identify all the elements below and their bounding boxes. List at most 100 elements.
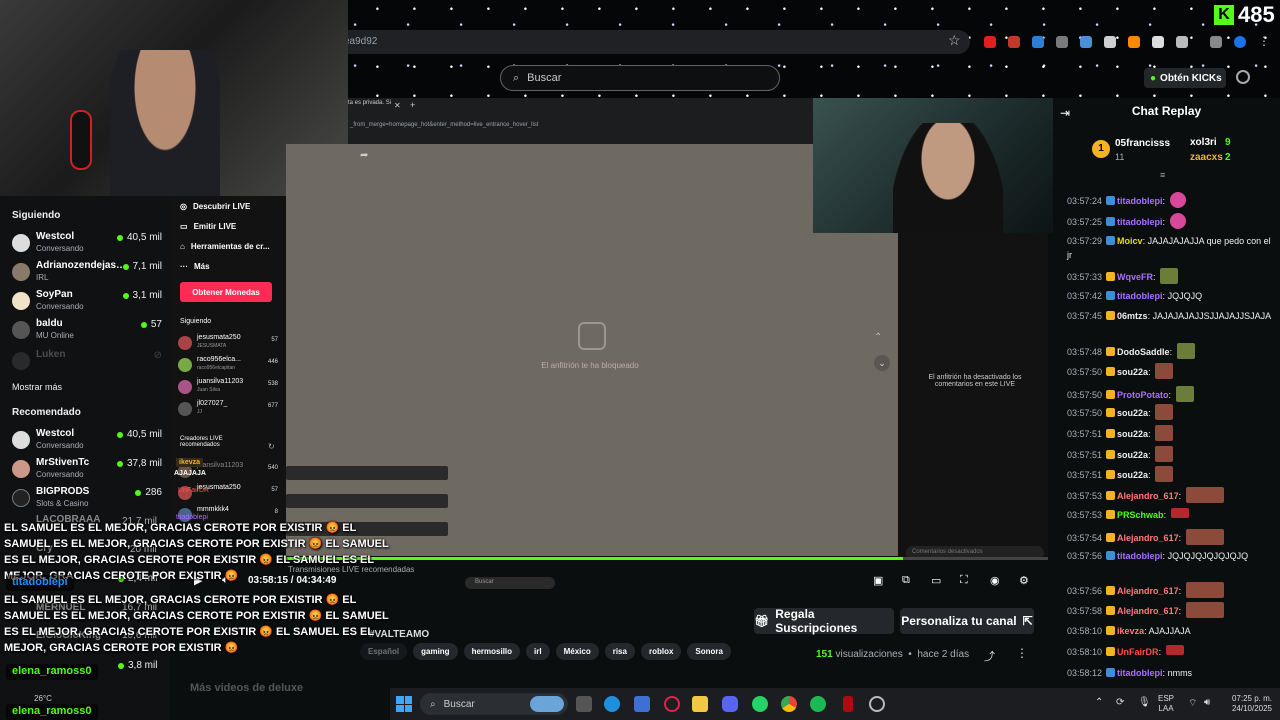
close-tab-icon[interactable]: ✕ xyxy=(394,101,401,110)
extension-icon[interactable] xyxy=(1032,36,1044,48)
chat-message[interactable]: 03:57:48 DodoSaddle: xyxy=(1067,343,1273,359)
share-arrow-icon[interactable]: ➦ xyxy=(360,150,368,161)
sidebar-channel-baldu[interactable]: baldu MU Online 57 xyxy=(12,317,162,345)
tt-following-item[interactable]: jesusmata250 JESUSMATA 57 xyxy=(178,334,278,352)
chat-username[interactable]: PRSchwab xyxy=(1117,510,1164,520)
chat-username[interactable]: titadoblepi xyxy=(1117,668,1163,678)
chat-message[interactable]: 03:57:25 titadoblepi: xyxy=(1067,213,1273,229)
chat-username[interactable]: ikevza xyxy=(1117,626,1144,636)
show-more-link[interactable]: Mostrar más xyxy=(12,382,62,392)
chat-username[interactable]: DodoSaddle xyxy=(1117,347,1170,357)
share-icon[interactable]: ⤴ xyxy=(984,648,995,664)
tt-more[interactable]: ··· Más xyxy=(180,262,210,271)
opera-icon[interactable] xyxy=(664,696,680,712)
chat-message[interactable]: 03:58:10 UnFairDR: xyxy=(1067,645,1273,659)
puzzle-icon[interactable] xyxy=(1176,36,1188,48)
chat-message[interactable]: 03:57:51 sou22a: xyxy=(1067,425,1273,441)
tag[interactable]: hermosillo xyxy=(463,643,521,660)
obs-icon[interactable] xyxy=(869,696,885,712)
chat-message[interactable]: 03:57:42 titadoblepi: JQJQJQ xyxy=(1067,289,1273,303)
sidebar-channel-soypan[interactable]: SoyPan Conversando 3,1 mil xyxy=(12,288,162,316)
extension-icon[interactable] xyxy=(984,36,996,48)
address-bar[interactable]: ea9d92 xyxy=(330,30,970,54)
playlist-icon[interactable] xyxy=(1210,36,1222,48)
clip-icon[interactable]: ⧉ xyxy=(902,574,910,587)
chat-message[interactable]: 03:57:29 Moicv: JAJAJAJAJJA que pedo con … xyxy=(1067,234,1273,262)
tt-creator-tools[interactable]: ⌂ Herramientas de cr... xyxy=(180,242,270,251)
play-extension-icon[interactable] xyxy=(1128,36,1140,48)
tt-following-item[interactable]: raco956elca... raco956elcapitan 446 xyxy=(178,356,278,374)
chat-username[interactable]: titadoblepi xyxy=(1117,217,1163,227)
inner-url[interactable]: _from_merge=homepage_hot&enter_method=li… xyxy=(350,122,538,128)
language-indicator[interactable]: ESP LAA xyxy=(1158,694,1174,714)
tag[interactable]: irl xyxy=(526,643,550,660)
chat-message[interactable]: 03:57:33 WqveFR: xyxy=(1067,268,1273,284)
chat-message[interactable]: 03:57:51 sou22a: xyxy=(1067,446,1273,462)
weather-icon[interactable] xyxy=(530,696,564,712)
spotify-icon[interactable] xyxy=(810,696,826,712)
refresh-icon[interactable]: ↻ xyxy=(268,442,275,451)
chat-username[interactable]: sou22a xyxy=(1117,408,1148,418)
sidebar-rec-mrstiventc[interactable]: MrStivenTc Conversando 37,8 mil xyxy=(12,456,162,484)
shield-icon[interactable] xyxy=(1104,36,1116,48)
extension-icon[interactable] xyxy=(1008,36,1020,48)
menu-kebab-icon[interactable]: ⋮ xyxy=(1258,34,1270,48)
chat-username[interactable]: titadoblepi xyxy=(1117,291,1163,301)
sidebar-channel-luken[interactable]: Luken ⊘ xyxy=(12,348,162,376)
customize-channel-button[interactable]: Personaliza tu canal ⇱ xyxy=(900,608,1034,634)
picture-in-picture-icon[interactable]: ▣ xyxy=(873,574,883,587)
chevron-up-icon[interactable]: ⌃ xyxy=(874,332,882,343)
user-menu-icon[interactable] xyxy=(1236,70,1250,84)
tag[interactable]: gaming xyxy=(413,643,458,660)
tag[interactable]: roblox xyxy=(640,643,682,660)
more-options-icon[interactable]: ⋮ xyxy=(1016,646,1028,660)
tray-sync-icon[interactable]: ⟳ xyxy=(1116,697,1124,708)
chat-message[interactable]: 03:57:53 PRSchwab: xyxy=(1067,508,1273,522)
leaderboard-user[interactable]: zaacxs xyxy=(1190,152,1223,163)
new-tab-icon[interactable]: + xyxy=(410,100,415,110)
chat-message[interactable]: 03:57:45 06mtzs: JAJAJAJAJJSJJAJAJJSJAJA xyxy=(1067,309,1273,323)
chat-message[interactable]: 03:58:10 ikevza: AJAJJAJA xyxy=(1067,624,1273,638)
sidebar-rec-bigprods[interactable]: BIGPRODS Slots & Casino 286 xyxy=(12,485,162,513)
chat-message[interactable]: 03:57:50 ProtoPotato: xyxy=(1067,386,1273,402)
settings-gear-icon[interactable]: ⚙ xyxy=(1019,574,1029,587)
chat-message[interactable]: 03:57:50 sou22a: xyxy=(1067,363,1273,379)
chat-username[interactable]: sou22a xyxy=(1117,470,1148,480)
chat-username[interactable]: Alejandro_617 xyxy=(1117,491,1179,501)
task-view-icon[interactable] xyxy=(576,696,592,712)
speaker-icon[interactable]: 🔊︎ xyxy=(1204,697,1210,708)
extension-icon[interactable] xyxy=(1056,36,1068,48)
store-icon[interactable] xyxy=(634,696,650,712)
chat-message[interactable]: 03:57:50 sou22a: xyxy=(1067,404,1273,420)
taskbar-clock[interactable]: 07:25 p. m. 24/10/2025 xyxy=(1222,694,1272,714)
chevron-down-icon[interactable]: ⌄ xyxy=(874,355,890,371)
sidebar-rec-westcol[interactable]: Westcol Conversando 40,5 mil xyxy=(12,427,162,455)
gift-subs-button[interactable]: 🎁︎ Regala Suscripciones xyxy=(754,607,894,635)
chat-message[interactable]: 03:57:51 sou22a: xyxy=(1067,466,1273,482)
chat-message[interactable]: 03:58:12 titadoblepi: nmms xyxy=(1067,666,1273,680)
leaderboard-user[interactable]: 05francisss xyxy=(1115,138,1170,149)
discord-icon[interactable] xyxy=(722,696,738,712)
windows-start-icon[interactable] xyxy=(396,696,412,712)
tag[interactable]: risa xyxy=(604,643,635,660)
speed-icon[interactable]: ◉ xyxy=(990,574,1000,587)
tt-following-item[interactable]: juansilva11203 Juan Silva 538 xyxy=(178,378,278,396)
fullscreen-icon[interactable]: ⛶ xyxy=(960,574,968,587)
extension-icon[interactable] xyxy=(1080,36,1092,48)
tag[interactable]: Sonora xyxy=(687,643,731,660)
chat-username[interactable]: sou22a xyxy=(1117,450,1148,460)
tray-mic-icon[interactable]: 🎙︎ xyxy=(1138,697,1151,708)
extension-icon[interactable] xyxy=(1152,36,1164,48)
chat-username[interactable]: Alejandro_617 xyxy=(1117,586,1179,596)
chat-username[interactable]: titadoblepi xyxy=(1117,551,1163,561)
tag[interactable]: México xyxy=(555,643,599,660)
chat-username[interactable]: 06mtzs xyxy=(1117,311,1148,321)
profile-avatar[interactable] xyxy=(1234,36,1246,48)
get-kicks-button[interactable]: ● Obtén KICKs xyxy=(1144,68,1226,88)
tt-following-item[interactable]: jl027027_ JJ 677 xyxy=(178,400,278,418)
sidebar-channel-adrianozendejas[interactable]: Adrianozendejas… IRL 7,1 mil xyxy=(12,259,162,287)
whatsapp-icon[interactable] xyxy=(752,696,768,712)
chat-message[interactable]: 03:57:58 Alejandro_617: xyxy=(1067,602,1273,618)
theater-mode-icon[interactable]: ▭ xyxy=(931,574,941,587)
chat-message[interactable]: 03:57:56 titadoblepi: JQJQJQJQJQJQJQ xyxy=(1067,549,1273,563)
